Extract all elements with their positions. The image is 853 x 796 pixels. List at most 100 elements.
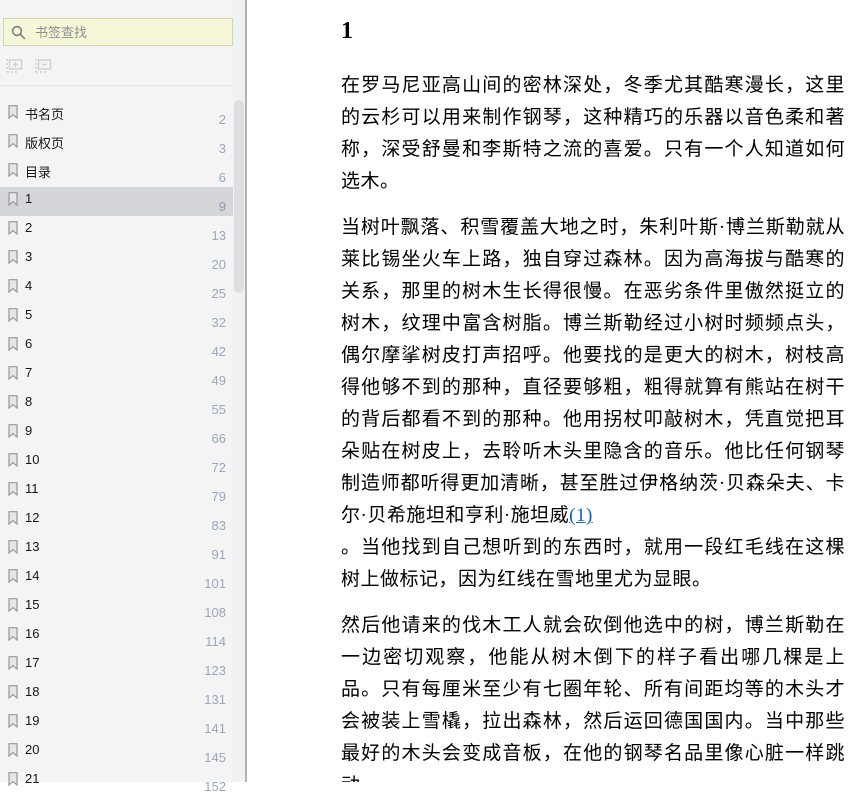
paragraph-3: 然后他请来的伐木工人就会砍倒他选中的树，博兰斯勒在一边密切观察，他能从树木倒下的… (341, 610, 845, 782)
bookmark-icon (8, 685, 18, 699)
bookmark-list-item[interactable]: 19 141 (0, 709, 233, 738)
paragraph-2: 当树叶飘落、积雪覆盖大地之时，朱利叶斯·博兰斯勒就从莱比锡坐火车上路，独自穿过森… (341, 212, 845, 596)
bookmark-list-item[interactable]: 7 49 (0, 361, 233, 390)
bookmark-icon (8, 192, 18, 206)
bookmark-icon (8, 511, 18, 525)
bookmark-item-label: 书名页 (25, 107, 65, 122)
bookmark-icon (8, 743, 18, 757)
bookmark-icon (8, 279, 18, 293)
bookmark-list-item[interactable]: 4 25 (0, 274, 233, 303)
bookmark-list-item[interactable]: 13 91 (0, 535, 233, 564)
bookmark-item-label: 10 (25, 452, 40, 467)
sidebar-divider (0, 85, 233, 86)
bookmark-list-item[interactable]: 18 131 (0, 680, 233, 709)
bookmark-item-page-number: 79 (211, 489, 226, 504)
bookmark-item-page-number: 55 (211, 402, 226, 417)
bookmark-icon (8, 308, 18, 322)
bookmark-item-label: 18 (25, 684, 40, 699)
bookmark-icon (8, 395, 18, 409)
paragraph-1: 在罗马尼亚高山间的密林深处，冬季尤其酷寒漫长，这里的云杉可以用来制作钢琴，这种精… (341, 70, 845, 198)
paragraph-text: 。当他找到自己想听到的东西时，就用一段红毛线在这棵树上做标记，因为红线在雪地里尤… (341, 537, 845, 591)
bookmark-item-page-number: 72 (211, 460, 226, 475)
bookmark-list-item[interactable]: 9 66 (0, 419, 233, 448)
bookmark-item-page-number: 2 (218, 112, 226, 127)
bookmark-item-label: 15 (25, 597, 40, 612)
bookmark-icon (8, 540, 18, 554)
sidebar-scrollbar-thumb[interactable] (234, 100, 244, 293)
bookmark-item-page-number: 20 (211, 257, 226, 272)
bookmark-icon (8, 569, 18, 583)
bookmark-icon (8, 337, 18, 351)
bookmark-list-item[interactable]: 15 108 (0, 593, 233, 622)
bookmark-list-item[interactable]: 5 32 (0, 303, 233, 332)
bookmark-item-label: 6 (25, 336, 33, 351)
search-icon (11, 25, 26, 40)
bookmark-icon (8, 366, 18, 380)
bookmark-search-box[interactable] (3, 18, 233, 46)
sidebar-scrollbar[interactable] (233, 0, 245, 782)
bookmark-item-page-number: 49 (211, 373, 226, 388)
bookmark-list-item[interactable]: 版权页 3 (0, 129, 233, 158)
bookmark-item-page-number: 145 (204, 750, 226, 765)
bookmark-item-page-number: 6 (218, 170, 226, 185)
bookmark-list-item[interactable]: 20 145 (0, 738, 233, 767)
bookmark-item-label: 12 (25, 510, 40, 525)
bookmarks-sidebar: 书名页 2 版权页 3 目录 6 (0, 0, 233, 794)
bookmark-item-label: 13 (25, 539, 40, 554)
reader-page: 1 在罗马尼亚高山间的密林深处，冬季尤其酷寒漫长，这里的云杉可以用来制作钢琴，这… (247, 0, 853, 782)
bookmark-icon (8, 714, 18, 728)
bookmark-item-label: 5 (25, 307, 33, 322)
bookmark-item-label: 8 (25, 394, 33, 409)
bookmark-list-item[interactable]: 14 101 (0, 564, 233, 593)
bookmark-item-page-number: 114 (205, 634, 226, 649)
bookmark-icon (8, 627, 18, 641)
paragraph-text: 然后他请来的伐木工人就会砍倒他选中的树，博兰斯勒在一边密切观察，他能从树木倒下的… (341, 615, 845, 782)
bookmark-item-page-number: 141 (204, 721, 226, 736)
bookmark-icon (8, 772, 18, 786)
bookmark-search-input[interactable] (33, 23, 225, 41)
bookmark-item-label: 目录 (25, 165, 52, 180)
bookmark-item-page-number: 25 (211, 286, 226, 301)
bookmark-list-item[interactable]: 8 55 (0, 390, 233, 419)
chapter-heading: 1 (341, 18, 353, 44)
bookmark-list-item[interactable]: 12 83 (0, 506, 233, 535)
expand-all-button[interactable] (5, 59, 23, 76)
bookmark-list-item[interactable]: 2 13 (0, 216, 233, 245)
bookmark-item-label: 9 (25, 423, 33, 438)
bookmark-item-page-number: 13 (211, 228, 226, 243)
bookmark-list-item[interactable]: 1 9 (0, 187, 233, 216)
bookmark-toolbar (5, 59, 52, 76)
bookmark-list-item[interactable]: 3 20 (0, 245, 233, 274)
bookmark-list-item[interactable]: 16 114 (0, 622, 233, 651)
bookmark-icon (8, 134, 18, 148)
bookmark-list-item[interactable]: 目录 6 (0, 158, 233, 187)
bookmark-item-page-number: 101 (204, 576, 226, 591)
bookmark-item-label: 2 (25, 220, 33, 235)
bookmark-item-label: 21 (25, 771, 40, 786)
bookmark-item-label: 11 (25, 481, 39, 496)
collapse-all-button[interactable] (34, 59, 52, 76)
bookmark-list-item[interactable]: 6 42 (0, 332, 233, 361)
bookmark-list-item[interactable]: 17 123 (0, 651, 233, 680)
bookmark-icon (8, 453, 18, 467)
paragraph-text: 当树叶飘落、积雪覆盖大地之时，朱利叶斯·博兰斯勒就从莱比锡坐火车上路，独自穿过森… (341, 217, 845, 527)
bookmark-list-item[interactable]: 书名页 2 (0, 100, 233, 129)
bookmark-list: 书名页 2 版权页 3 目录 6 1 9 2 13 3 20 4 25 5 32… (0, 100, 233, 796)
bookmark-item-page-number: 131 (204, 692, 226, 707)
bookmark-item-label: 7 (25, 365, 33, 380)
bookmark-list-item[interactable]: 10 72 (0, 448, 233, 477)
bookmark-item-page-number: 83 (211, 518, 226, 533)
bookmark-icon (8, 656, 18, 670)
footnote-link-1[interactable]: (1) (569, 505, 593, 526)
bookmark-item-page-number: 108 (204, 605, 226, 620)
bookmark-list-item[interactable]: 11 79 (0, 477, 233, 506)
bookmark-icon (8, 105, 18, 119)
bookmark-icon (8, 250, 18, 264)
bookmark-item-label: 17 (25, 655, 40, 670)
bookmark-item-label: 4 (25, 278, 33, 293)
bookmark-item-page-number: 66 (211, 431, 226, 446)
bookmark-icon (8, 424, 18, 438)
bookmark-icon (8, 221, 18, 235)
bookmark-icon (8, 598, 18, 612)
bookmark-item-page-number: 152 (204, 779, 226, 794)
